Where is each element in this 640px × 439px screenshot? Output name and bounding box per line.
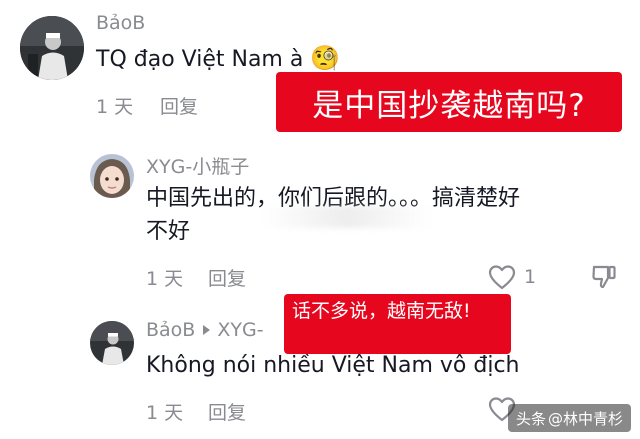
overlay-banner-question-text: 是中国抄袭越南吗? [312,87,586,124]
comment-3-reply-target[interactable]: XYG- [217,319,263,341]
comment-1-time: 1 天 [96,96,134,118]
comment-2-text-line2: 不好 [146,219,191,244]
monocle-emoji-icon: 🧐 [310,44,341,72]
blur-smudge [262,206,432,228]
comment-3-time: 1 天 [146,402,184,424]
comment-2-reply-button[interactable]: 回复 [208,264,246,291]
comment-3-header: BảoB XYG- [146,319,264,341]
avatar-baob-reply[interactable] [90,321,134,365]
overlay-banner-question: 是中国抄袭越南吗? [276,72,622,132]
comment-2-like-button[interactable]: 1 [488,262,550,292]
avatar-xyg[interactable] [90,154,134,198]
comment-3-username[interactable]: BảoB [146,319,195,341]
watermark: 头条 @林中青杉 [508,404,632,432]
watermark-handle: @林中青杉 [548,409,624,428]
comment-1-text-body: TQ đạo Việt Nam à [96,47,304,72]
comment-1-reply-button[interactable]: 回复 [160,92,198,119]
comment-2-dislike-button[interactable] [590,262,620,292]
comment-2-like-count: 1 [524,266,537,288]
watermark-prefix: 头条 [516,409,547,428]
caret-right-icon [203,325,211,335]
avatar-baob-reply-image [90,321,134,365]
avatar-baob[interactable] [20,16,84,80]
comment-1-text: TQ đạo Việt Nam à 🧐 [96,42,340,76]
avatar-baob-image [20,16,84,80]
overlay-banner-invincible-text: 话不多说，越南无敌! [292,300,471,322]
comment-2-username[interactable]: XYG-小瓶子 [146,152,249,179]
overlay-banner-invincible: 话不多说，越南无敌! [284,294,511,354]
comment-1-username[interactable]: BảoB [96,12,145,34]
comment-3-reply-button[interactable]: 回复 [208,398,246,425]
heart-icon [488,265,516,290]
avatar-xyg-image [90,154,134,198]
comment-2-time: 1 天 [146,268,184,290]
thumbs-down-icon [592,265,616,289]
